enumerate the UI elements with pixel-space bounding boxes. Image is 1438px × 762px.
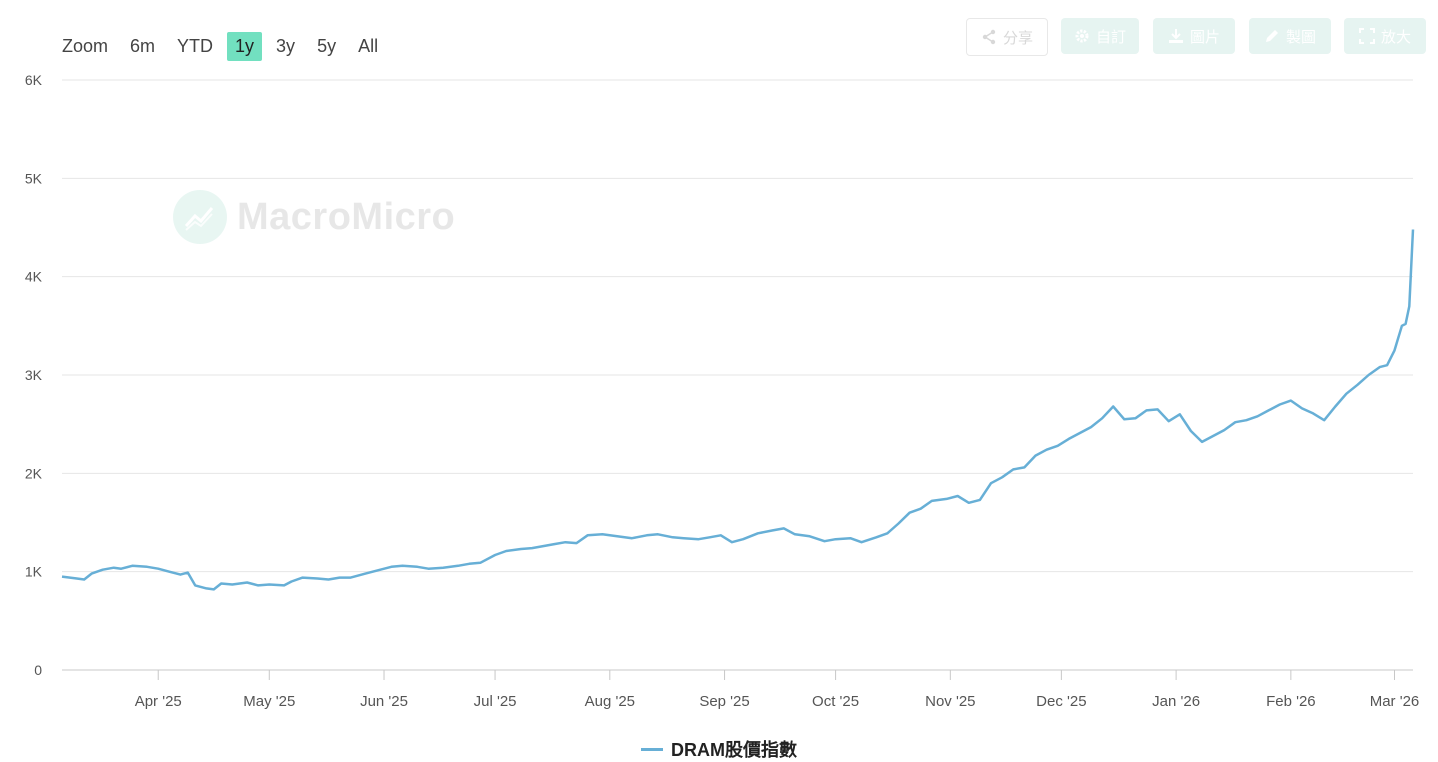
x-tick-label: Nov '25 — [925, 693, 975, 710]
x-tick-label: Jan '26 — [1152, 693, 1200, 710]
x-tick-label: Oct '25 — [812, 693, 859, 710]
series-line — [61, 229, 1415, 591]
x-tick-label: Dec '25 — [1036, 693, 1086, 710]
x-tick-label: Mar '26 — [1370, 693, 1420, 710]
x-tick-label: Jun '25 — [360, 693, 408, 710]
x-tick-label: Feb '26 — [1266, 693, 1316, 710]
y-tick-label: 6K — [25, 72, 43, 88]
x-tick-label: Jul '25 — [474, 693, 517, 710]
x-tick-label: May '25 — [243, 693, 295, 710]
x-tick-label: Sep '25 — [699, 693, 749, 710]
line-chart: 0 1K 2K 3K 4K 5K 6K Apr '25 May '25 Jun '25 Jul '2… — [25, 72, 1420, 710]
x-tick-label: Aug '25 — [585, 693, 635, 710]
y-tick-label: 2K — [25, 465, 43, 481]
y-tick-label: 3K — [25, 367, 43, 383]
x-tick-label: Apr '25 — [135, 693, 182, 710]
y-tick-label: 0 — [34, 662, 42, 678]
legend-swatch — [641, 747, 663, 751]
y-tick-label: 5K — [25, 170, 43, 186]
y-tick-label: 4K — [25, 269, 43, 285]
legend-label: DRAM股價指數 — [671, 740, 797, 760]
legend[interactable]: DRAM股價指數 — [0, 736, 1438, 762]
y-tick-label: 1K — [25, 564, 43, 580]
